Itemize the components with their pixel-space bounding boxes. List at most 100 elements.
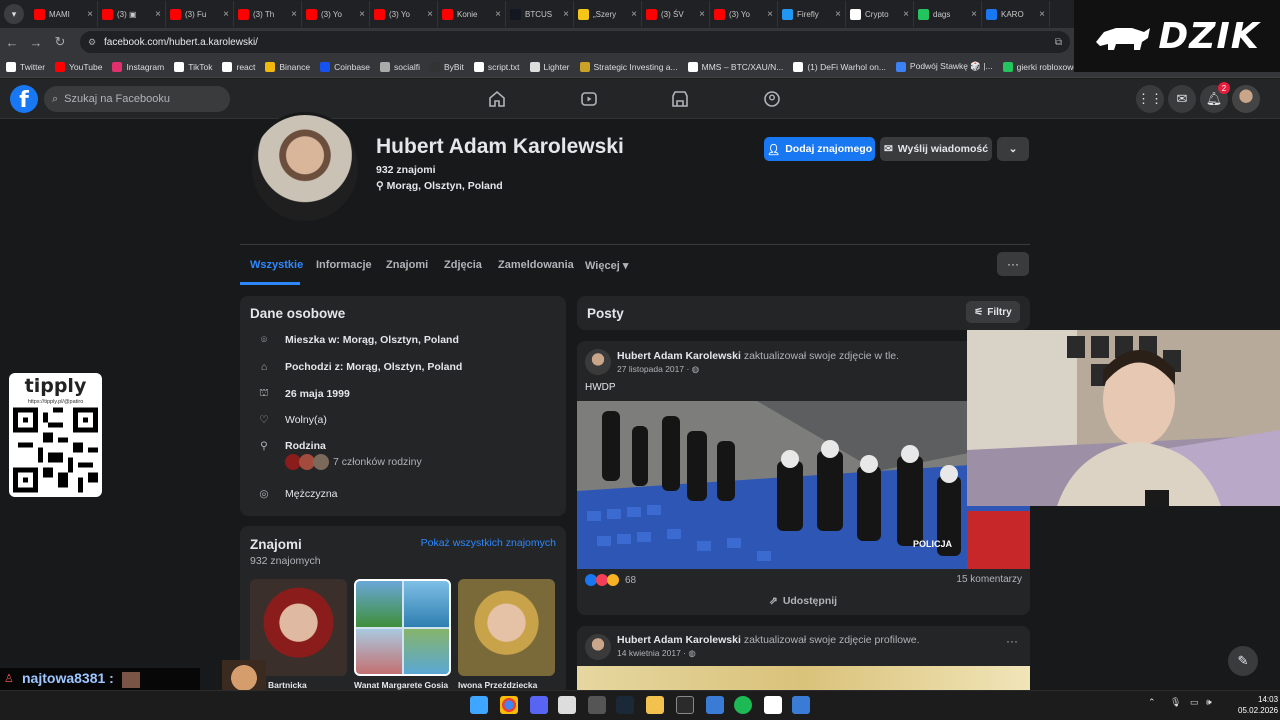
browser-tab[interactable]: KARO × (982, 1, 1050, 27)
windows-start-icon[interactable] (470, 696, 488, 714)
post-options-button[interactable]: ··· (1006, 634, 1018, 648)
app-icon[interactable] (792, 696, 810, 714)
browser-tab[interactable]: (3) Fu × (166, 1, 234, 27)
close-tab-icon[interactable]: × (87, 9, 93, 20)
steam-icon[interactable] (616, 696, 634, 714)
post-reactions[interactable]: 68 (585, 574, 636, 586)
post-image[interactable]: POLICJA (577, 401, 1030, 569)
close-tab-icon[interactable]: × (223, 9, 229, 20)
discord-icon[interactable] (530, 696, 548, 714)
browser-tab[interactable]: (3) ŚV × (642, 1, 710, 27)
facebook-logo-icon[interactable]: f (10, 85, 38, 113)
bookmark-item[interactable]: YouTube (55, 61, 102, 72)
close-tab-icon[interactable]: × (359, 9, 365, 20)
volume-icon[interactable]: 🕪︎ (1206, 697, 1212, 708)
groups-icon[interactable] (763, 90, 781, 108)
profile-tab[interactable]: Zdjęcia (444, 259, 482, 271)
marketplace-icon[interactable] (671, 90, 689, 108)
post-date[interactable]: 27 listopada 2017 · ◍ (617, 364, 699, 375)
send-message-button[interactable]: ✉ Wyślij wiadomość (880, 137, 992, 161)
taskbar-clock[interactable]: 14:03 05.02.2026 (1238, 694, 1278, 716)
browser-tab[interactable]: (3) Yo × (710, 1, 778, 27)
bookmark-item[interactable]: script.txt (473, 61, 520, 72)
friend-photo[interactable] (458, 579, 555, 676)
add-friend-button[interactable]: 👤︎ Dodaj znajomego (764, 137, 875, 161)
bookmark-item[interactable]: Instagram (112, 61, 164, 72)
address-bar[interactable]: ⚙ facebook.com/hubert.a.karolewski/ ⧉ (80, 31, 1070, 53)
back-icon[interactable]: ← (0, 35, 24, 50)
friend-photo[interactable] (354, 579, 451, 676)
share-button[interactable]: ⇗ Udostępnij (769, 595, 837, 607)
post-author[interactable]: Hubert Adam Karolewski (617, 350, 741, 362)
tray-chevron-icon[interactable]: ⌃ (1148, 697, 1156, 708)
see-all-friends-link[interactable]: Pokaż wszystkich znajomych (421, 537, 556, 549)
profile-picture[interactable] (249, 112, 361, 224)
friend-name[interactable]: Iwona Przeździecka (458, 680, 537, 690)
tab-search-button[interactable]: ▾ (4, 4, 24, 24)
bookmark-item[interactable]: react (222, 61, 255, 72)
friend-name[interactable]: Bartnicka (268, 680, 307, 690)
app-icon[interactable] (706, 696, 724, 714)
chrome-icon[interactable] (500, 696, 518, 714)
close-tab-icon[interactable]: × (631, 9, 637, 20)
bookmark-item[interactable]: Strategic Investing a... (579, 61, 678, 72)
spotify-icon[interactable] (734, 696, 752, 714)
profile-tab[interactable]: Informacje (316, 259, 372, 271)
account-avatar[interactable] (1232, 85, 1260, 113)
family-members[interactable]: 7 członków rodziny (285, 454, 422, 470)
new-message-button[interactable]: ✎ (1228, 646, 1258, 676)
site-info-icon[interactable]: ⚙ (88, 37, 96, 48)
close-tab-icon[interactable]: × (155, 9, 161, 20)
browser-tab[interactable]: Crypto × (846, 1, 914, 27)
forward-icon[interactable]: → (24, 35, 48, 50)
browser-tab[interactable]: Firefly × (778, 1, 846, 27)
reload-icon[interactable]: ↻ (48, 34, 72, 50)
profile-more-button[interactable]: ⌄ (997, 137, 1029, 161)
browser-tab[interactable]: (3) ▣ × (98, 1, 166, 27)
browser-tab[interactable]: MAMI × (30, 1, 98, 27)
profile-tabs-more-button[interactable]: ··· (997, 252, 1029, 276)
close-tab-icon[interactable]: × (835, 9, 841, 20)
install-app-icon[interactable]: ⧉ (1055, 37, 1062, 48)
profile-friend-count[interactable]: 932 znajomi (376, 164, 436, 176)
profile-tab[interactable]: Znajomi (386, 259, 428, 271)
bookmark-item[interactable]: socialfi (380, 61, 420, 72)
browser-tab[interactable]: (3) Yo × (370, 1, 438, 27)
close-tab-icon[interactable]: × (427, 9, 433, 20)
filters-button[interactable]: ⚟ Filtry (966, 301, 1020, 323)
network-icon[interactable]: ▭ (1190, 697, 1199, 708)
capcut-icon[interactable] (676, 696, 694, 714)
browser-tab[interactable]: dags × (914, 1, 982, 27)
bookmark-item[interactable]: Lighter (529, 61, 570, 72)
post-author-avatar[interactable] (585, 349, 611, 375)
lives-value[interactable]: Morąg, Olsztyn, Poland (343, 334, 459, 346)
browser-tab[interactable]: (3) Th × (234, 1, 302, 27)
video-icon[interactable] (580, 90, 598, 108)
browser-tab[interactable]: BTCUS × (506, 1, 574, 27)
profile-tab[interactable]: Wszystkie (250, 259, 303, 271)
bookmark-item[interactable]: MMS – BTC/XAU/N... (687, 61, 783, 72)
obs-icon[interactable] (588, 696, 606, 714)
close-tab-icon[interactable]: × (903, 9, 909, 20)
app-icon[interactable] (764, 696, 782, 714)
messenger-icon[interactable]: ✉ (1168, 85, 1196, 113)
close-tab-icon[interactable]: × (563, 9, 569, 20)
bookmark-item[interactable]: Twitter (6, 61, 45, 72)
bookmark-item[interactable]: Podwój Stawkę 🎲 |... (895, 61, 993, 72)
post-author[interactable]: Hubert Adam Karolewski (617, 634, 741, 646)
microphone-icon[interactable]: 🎙︎ (1170, 697, 1181, 708)
menu-grid-icon[interactable]: ⋮⋮ (1136, 85, 1164, 113)
file-explorer-icon[interactable] (646, 696, 664, 714)
post-comment-count[interactable]: 15 komentarzy (956, 574, 1022, 585)
home-icon[interactable] (488, 90, 506, 108)
browser-tab[interactable]: „Szery × (574, 1, 642, 27)
browser-tab[interactable]: (3) Yo × (302, 1, 370, 27)
browser-tab[interactable]: Konie × (438, 1, 506, 27)
from-value[interactable]: Morąg, Olsztyn, Poland (346, 361, 462, 373)
profile-tab[interactable]: Zameldowania (498, 259, 574, 271)
bookmark-item[interactable]: Binance (265, 61, 310, 72)
bookmark-item[interactable]: TikTok (174, 61, 212, 72)
bookmark-item[interactable]: ByBit (430, 61, 464, 72)
close-tab-icon[interactable]: × (699, 9, 705, 20)
close-tab-icon[interactable]: × (1039, 9, 1045, 20)
